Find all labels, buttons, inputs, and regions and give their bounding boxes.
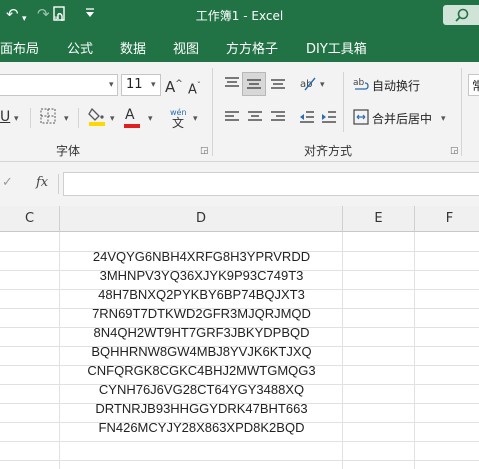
ribbon: ▾ 11 ▾ A^ Aˇ U ▾ ▾ ▾ A ▾ wén 文 ▾ 字体 ◲ ab… xyxy=(0,62,479,162)
underline-label: U xyxy=(0,109,11,125)
column-header-d[interactable]: D xyxy=(60,206,343,232)
align-bottom-button[interactable] xyxy=(270,76,286,96)
align-center-button[interactable] xyxy=(247,110,263,130)
tab-data[interactable]: 数据 xyxy=(120,38,146,57)
cell-d2[interactable]: 3MHNPV3YQ36XJYK9P93C749T3 xyxy=(60,266,343,285)
group-divider xyxy=(212,68,213,156)
increase-indent-icon xyxy=(322,111,336,123)
align-left-icon xyxy=(225,111,239,121)
font-color-button[interactable]: A xyxy=(124,106,140,128)
cell-d7[interactable]: CNFQRGK8CGKC4BHJ2MWTGMQG3 xyxy=(60,361,343,380)
cell-d9[interactable]: DRTNRJB93HHGGYDRK47BHT663 xyxy=(60,399,343,418)
formula-input[interactable] xyxy=(63,172,479,196)
tab-fangfang[interactable]: 方方格子 xyxy=(226,38,278,57)
cell-d6[interactable]: BQHHRNW8GW4MBJ8YVJK6KTJXQ xyxy=(60,342,343,361)
alignment-group-label: 对齐方式 xyxy=(304,144,353,158)
merge-center-button[interactable]: 合并后居中 xyxy=(372,110,432,127)
grow-font-label: A xyxy=(165,78,176,96)
align-middle-button[interactable] xyxy=(242,72,266,96)
number-format-value: 常 xyxy=(472,79,479,93)
align-left-button[interactable] xyxy=(224,110,240,130)
font-group-label: 字体 xyxy=(56,144,81,158)
tab-page-layout[interactable]: 面布局 xyxy=(0,38,39,57)
merge-center-icon xyxy=(353,109,369,131)
cell-d10[interactable]: FN426MCYJY28X863XPD8K2BQD xyxy=(60,418,343,437)
group-divider xyxy=(461,68,462,156)
gridline xyxy=(0,441,479,442)
ribbon-tabs: 面布局 公式 数据 视图 方方格子 DIY工具箱 xyxy=(0,30,479,62)
cell-d5[interactable]: 8N4QH2WT9HT7GRF3JBKYDPBQD xyxy=(60,323,343,342)
font-size-value: 11 xyxy=(126,77,143,92)
number-format-combo[interactable]: 常 xyxy=(468,74,479,96)
column-header-e[interactable]: E xyxy=(343,206,415,232)
wrap-text-button[interactable]: 自动换行 xyxy=(372,77,420,94)
cell-d4[interactable]: 7RN69T7DTKWD2GFR3MJQRJMQD xyxy=(60,304,343,323)
worksheet-grid[interactable]: C D E F 24VQYG6NBH4XRFG8H3YPRVRDD 3MHNPV… xyxy=(0,206,479,469)
increase-indent-button[interactable] xyxy=(321,110,337,130)
formula-bar: ✓ fx xyxy=(0,162,479,206)
cell-d1[interactable]: 24VQYG6NBH4XRFG8H3YPRVRDD xyxy=(60,247,343,266)
column-header-f[interactable]: F xyxy=(415,206,479,232)
font-color-swatch xyxy=(124,124,140,128)
chevron-down-icon: ▾ xyxy=(109,80,114,90)
search-box[interactable] xyxy=(443,5,479,25)
insert-function-icon[interactable]: fx xyxy=(36,175,48,190)
orientation-button[interactable]: ab xyxy=(299,74,317,98)
chevron-down-icon[interactable]: ▾ xyxy=(64,114,69,124)
align-top-button[interactable] xyxy=(224,76,240,96)
font-color-label: A xyxy=(125,107,135,123)
tab-formulas[interactable]: 公式 xyxy=(67,38,93,57)
tab-view[interactable]: 视图 xyxy=(173,38,199,57)
wrap-text-icon: ab xyxy=(353,76,369,98)
shrink-font-button[interactable]: Aˇ xyxy=(188,77,201,99)
chevron-down-icon[interactable]: ▾ xyxy=(148,114,153,124)
align-top-icon xyxy=(225,77,239,87)
cell-d3[interactable]: 48H7BNXQ2PYKBY6BP74BQJXT3 xyxy=(60,285,343,304)
divider xyxy=(58,174,59,194)
window-title: 工作簿1 - Excel xyxy=(195,9,284,23)
decrease-indent-icon xyxy=(300,111,314,123)
enter-check-icon[interactable]: ✓ xyxy=(2,175,13,190)
fill-color-button[interactable] xyxy=(88,106,106,132)
underline-button[interactable]: U xyxy=(0,108,10,126)
border-icon xyxy=(40,108,56,124)
chevron-down-icon[interactable]: ▾ xyxy=(110,114,115,124)
divider xyxy=(30,108,31,128)
title-bar: ↶ ▾ ↷ ▾ 工作簿1 - Excel xyxy=(0,0,479,30)
font-dialog-launcher-icon[interactable]: ◲ xyxy=(200,146,209,156)
decrease-indent-button[interactable] xyxy=(299,110,315,130)
chevron-down-icon[interactable]: ▾ xyxy=(441,114,446,124)
grow-font-button[interactable]: A^ xyxy=(165,75,183,96)
gridline xyxy=(0,460,479,461)
shrink-font-label: A xyxy=(188,82,197,98)
tab-diy-toolbox[interactable]: DIY工具箱 xyxy=(306,38,367,57)
align-bottom-icon xyxy=(271,79,285,89)
align-right-button[interactable] xyxy=(270,110,286,130)
chevron-down-icon[interactable]: ▾ xyxy=(320,80,325,90)
align-right-icon xyxy=(271,111,285,121)
align-center-icon xyxy=(248,111,262,121)
font-name-combo[interactable]: ▾ xyxy=(0,74,118,96)
alignment-dialog-launcher-icon[interactable]: ◲ xyxy=(450,146,459,156)
orientation-icon: ab xyxy=(300,77,316,91)
divider xyxy=(343,72,344,132)
font-size-combo[interactable]: 11 ▾ xyxy=(121,74,161,96)
cell-d8[interactable]: CYNH76J6VG28CT64YGY3488XQ xyxy=(60,380,343,399)
divider xyxy=(78,108,79,128)
align-middle-icon xyxy=(247,79,261,89)
paint-bucket-icon xyxy=(88,107,105,126)
svg-text:ab: ab xyxy=(353,78,365,88)
chevron-down-icon[interactable]: ▾ xyxy=(14,114,19,124)
chevron-down-icon: ▾ xyxy=(151,80,156,90)
chevron-down-icon[interactable]: ▾ xyxy=(193,114,198,124)
gridline xyxy=(414,232,415,469)
phonetic-char-icon: 文 xyxy=(172,116,185,130)
borders-button[interactable] xyxy=(40,108,56,130)
column-header-c[interactable]: C xyxy=(0,206,60,232)
search-icon xyxy=(455,8,469,22)
